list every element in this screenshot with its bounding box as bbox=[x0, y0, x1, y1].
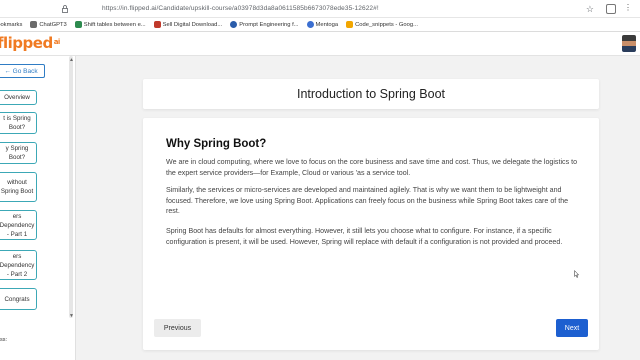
bookmark-item[interactable]: Shift tables between e... bbox=[74, 21, 146, 28]
page-title: Introduction to Spring Boot bbox=[296, 87, 445, 101]
scroll-down-icon[interactable]: ▼ bbox=[69, 314, 74, 319]
course-sidebar: ← Go Back Overview t is Spring Boot? y S… bbox=[0, 56, 76, 360]
drive-icon bbox=[346, 21, 354, 28]
sidebar-item-starters-dependency-part-2[interactable]: ers Dependency - Part 2 bbox=[0, 250, 37, 280]
lesson-paragraph: Similarly, the services or micro-service… bbox=[166, 186, 569, 216]
sidebar-item-label: Overview bbox=[4, 94, 30, 101]
browser-menu-icon[interactable]: ⋮ bbox=[624, 3, 632, 13]
bookmark-star-icon[interactable]: ☆ bbox=[586, 4, 594, 14]
bookmark-label: ChatGPT3 bbox=[39, 21, 67, 28]
page-title-card: Introduction to Spring Boot bbox=[143, 79, 599, 109]
sidebar-item-label: without Spring Boot bbox=[0, 179, 34, 195]
bookmark-label: bookmarks bbox=[0, 21, 23, 28]
bookmark-item[interactable]: Code_snippets - Goog... bbox=[346, 21, 418, 28]
sidebar-item-starters-dependency-part-1[interactable]: ers Dependency - Part 1 bbox=[0, 210, 37, 240]
sidebar-item-label: y Spring Boot? bbox=[5, 145, 29, 161]
scroll-up-icon[interactable]: ▲ bbox=[69, 58, 74, 63]
extensions-icon[interactable] bbox=[606, 4, 616, 14]
bookmark-item[interactable]: Sell Digital Download... bbox=[153, 21, 223, 28]
lesson-heading: Why Spring Boot? bbox=[166, 138, 267, 150]
sidebar-item-label: ers Dependency - Part 1 bbox=[0, 212, 35, 238]
browser-address-bar[interactable]: https://in.flipped.ai/Candidate/upskill-… bbox=[0, 0, 640, 18]
mentoga-icon bbox=[306, 21, 314, 28]
globe-icon bbox=[230, 21, 238, 28]
logo-text: flipped bbox=[0, 34, 53, 52]
logo-suffix: ai bbox=[53, 38, 61, 46]
mouse-cursor-icon bbox=[574, 270, 579, 278]
bookmark-item[interactable]: ChatGPT3 bbox=[30, 21, 67, 28]
sidebar-item-label: Congrats bbox=[4, 295, 30, 303]
lesson-paragraph: We are in cloud computing, where we love… bbox=[166, 158, 578, 177]
sidebar-footer-text: ss: bbox=[0, 337, 8, 343]
doc-icon bbox=[153, 21, 161, 28]
lesson-paragraph: Spring Boot has defaults for almost ever… bbox=[166, 227, 563, 246]
avatar[interactable] bbox=[622, 35, 636, 52]
go-back-button[interactable]: ← Go Back bbox=[0, 64, 45, 78]
sidebar-item-overview[interactable]: Overview bbox=[0, 90, 37, 105]
sheets-icon bbox=[74, 21, 82, 28]
url-text[interactable]: https://in.flipped.ai/Candidate/upskill-… bbox=[102, 5, 379, 12]
bookmark-item[interactable]: Prompt Engineering f... bbox=[230, 21, 299, 28]
next-button[interactable]: Next bbox=[556, 319, 588, 337]
bookmark-item[interactable]: Mentoga bbox=[306, 21, 339, 28]
sidebar-item-what-is-spring-boot[interactable]: t is Spring Boot? bbox=[0, 112, 37, 134]
sidebar-item-congrats[interactable]: Congrats bbox=[0, 288, 37, 310]
bookmarks-bar: bookmarks ChatGPT3 Shift tables between … bbox=[0, 18, 640, 32]
app-header bbox=[0, 32, 640, 56]
bookmark-label: Prompt Engineering f... bbox=[239, 21, 299, 28]
bookmark-label: Code_snippets - Goog... bbox=[355, 21, 418, 28]
bookmark-label: Shift tables between e... bbox=[83, 21, 146, 28]
chatgpt-icon bbox=[30, 21, 38, 28]
sidebar-scrollbar[interactable] bbox=[69, 56, 73, 318]
lock-icon bbox=[0, 0, 70, 18]
bookmark-label: Mentoga bbox=[315, 21, 339, 28]
sidebar-item-without-spring-boot[interactable]: without Spring Boot bbox=[0, 172, 37, 202]
sidebar-item-why-spring-boot[interactable]: y Spring Boot? bbox=[0, 142, 37, 164]
bookmark-label: Sell Digital Download... bbox=[162, 21, 223, 28]
bookmark-item[interactable]: bookmarks bbox=[0, 22, 22, 28]
sidebar-item-label: t is Spring Boot? bbox=[3, 115, 31, 131]
lesson-card: Why Spring Boot? We are in cloud computi… bbox=[143, 118, 599, 350]
previous-button[interactable]: Previous bbox=[154, 319, 201, 337]
flipped-logo[interactable]: flippedai bbox=[0, 32, 61, 54]
sidebar-item-label: ers Dependency - Part 2 bbox=[0, 252, 35, 278]
